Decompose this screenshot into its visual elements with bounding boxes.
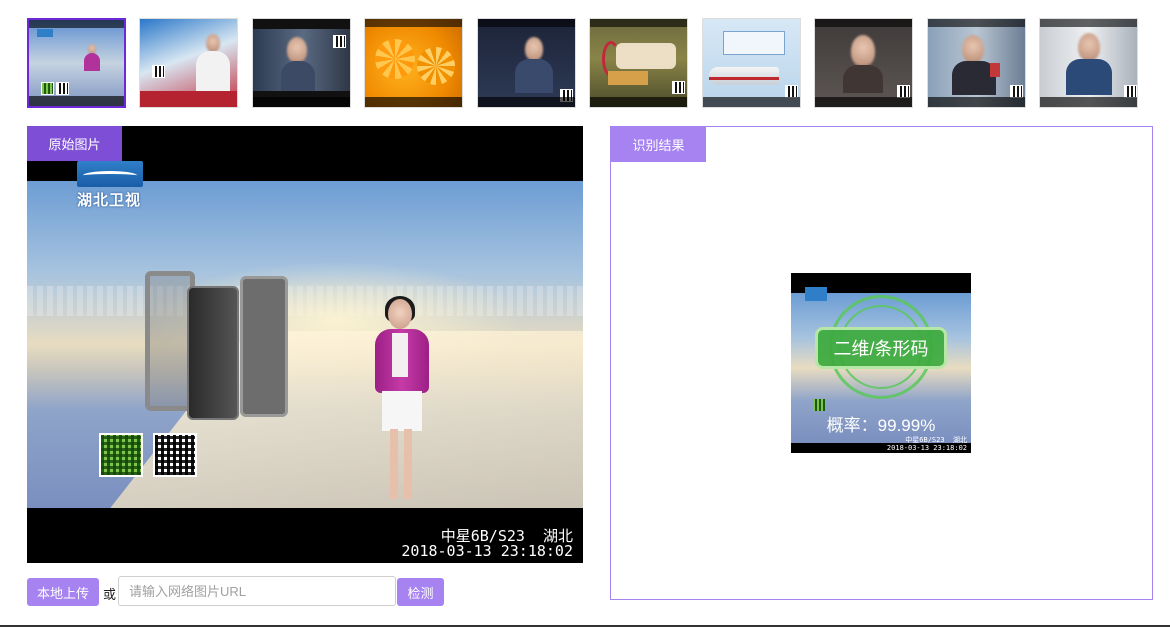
detection-probability: 概率：99.99% [826,416,936,435]
thumbnail-1[interactable] [27,18,126,108]
result-footer: 中星6B/S23 湖北 2018-03-13 23:18:02 [886,436,967,452]
original-image-panel: 原始图片 湖北卫视 中星6B/S23 湖北 2018-03-13 23:18:0… [27,126,583,563]
image-url-input[interactable] [118,576,396,606]
news-anchor [372,296,432,508]
result-image: 二维/条形码 概率：99.99% 中星6B/S23 湖北 2018-03-13 … [791,273,971,453]
thumbnail-10[interactable] [1039,18,1138,108]
or-label: 或 [103,587,117,602]
result-tag: 识别结果 [611,127,706,162]
thumbnail-4[interactable] [364,18,463,108]
thumbnail-7[interactable] [702,18,801,108]
channel-logo: 湖北卫视 [77,161,145,213]
input-controls: 本地上传 或 检测 [27,576,587,608]
original-image [27,181,583,508]
qr-code-white [153,433,197,477]
result-panel: 识别结果 二维/条形码 概率：99.99% 中星6B/S23 湖北 2018-0… [610,126,1153,600]
thumbnail-strip [27,18,1147,108]
detect-button[interactable]: 检测 [397,578,444,606]
thumbnail-9[interactable] [927,18,1026,108]
thumbnail-3[interactable] [252,18,351,108]
qr-code-green [99,433,143,477]
thumbnail-5[interactable] [477,18,576,108]
original-image-tag: 原始图片 [27,126,122,161]
local-upload-button[interactable]: 本地上传 [27,578,99,606]
thumbnail-8[interactable] [814,18,913,108]
detection-label: 二维/条形码 [815,327,947,369]
thumbnail-6[interactable] [589,18,688,108]
broadcast-info-line2: 2018-03-13 23:18:02 [401,542,573,560]
thumbnail-2[interactable] [139,18,238,108]
